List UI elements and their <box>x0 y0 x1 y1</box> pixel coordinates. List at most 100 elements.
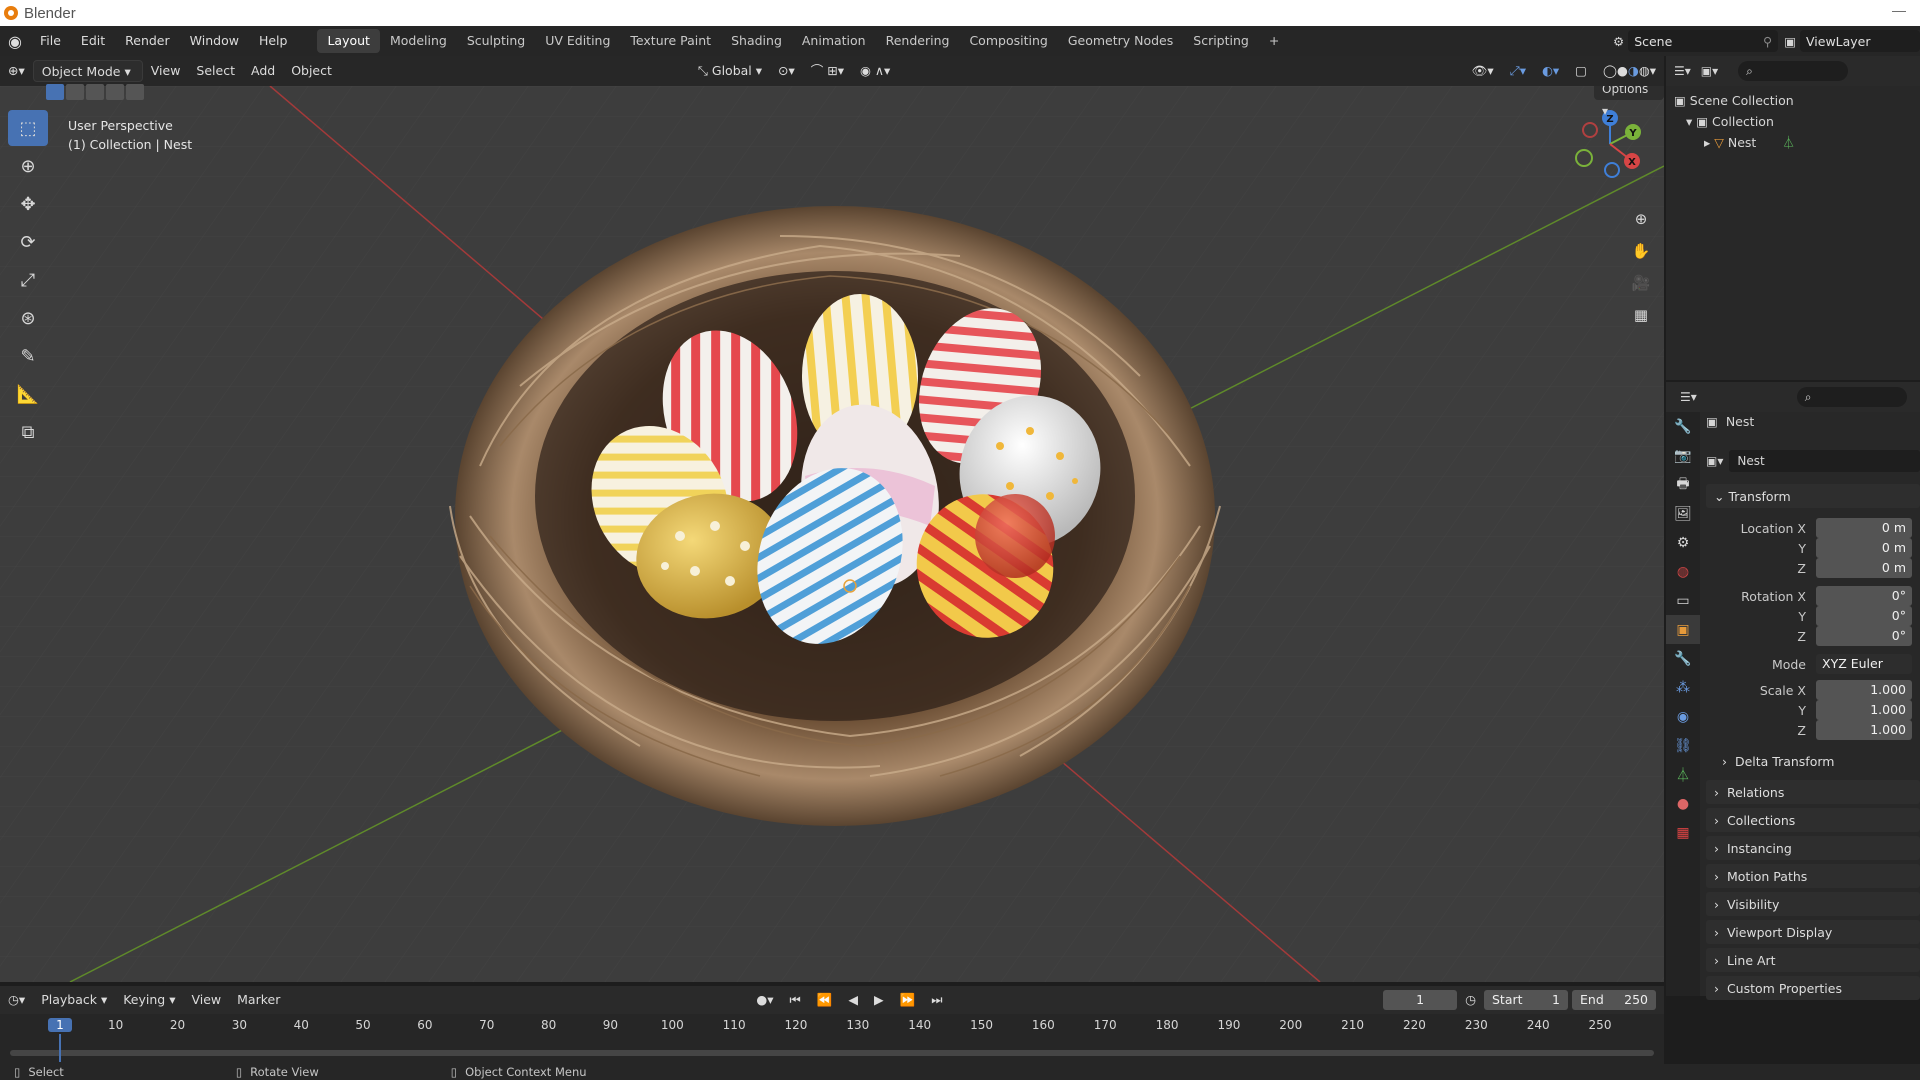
3d-viewport[interactable]: User Perspective (1) Collection | Nest Z… <box>0 86 1664 982</box>
panel-relations[interactable]: › Relations <box>1706 780 1920 804</box>
jump-start-icon[interactable]: ⏮ <box>782 989 809 1011</box>
outliner-scene-collection[interactable]: ▣ Scene Collection <box>1674 90 1912 111</box>
tab-layout[interactable]: Layout <box>317 29 380 53</box>
add-workspace-button[interactable]: + <box>1259 29 1289 53</box>
panel-custom-properties[interactable]: › Custom Properties <box>1706 976 1920 1000</box>
scene-selector[interactable]: Scene ⚲ <box>1628 30 1779 52</box>
annotate-tool-icon[interactable]: ✎ <box>8 338 48 374</box>
menu-render[interactable]: Render <box>115 26 180 56</box>
tab-rendering[interactable]: Rendering <box>876 29 960 53</box>
panel-collections[interactable]: › Collections <box>1706 808 1920 832</box>
location-y-field[interactable]: 0 m <box>1816 538 1912 558</box>
tab-uv-editing[interactable]: UV Editing <box>535 29 620 53</box>
timeline-scrollbar[interactable] <box>10 1050 1654 1056</box>
camera-view-icon[interactable]: 🎥 <box>1626 268 1656 298</box>
scale-y-field[interactable]: 1.000 <box>1816 700 1912 720</box>
pan-hand-icon[interactable]: ✋ <box>1626 236 1656 266</box>
scale-x-field[interactable]: 1.000 <box>1816 680 1912 700</box>
scene-tab-icon[interactable]: ⚙ <box>1666 528 1700 557</box>
display-mode-icon[interactable]: ▣▾ <box>1701 64 1718 78</box>
menu-window[interactable]: Window <box>180 26 249 56</box>
scale-tool-icon[interactable]: ⤢ <box>8 262 48 298</box>
delta-transform-subpanel[interactable]: › Delta Transform <box>1722 754 1834 769</box>
transform-tool-icon[interactable]: ⊛ <box>8 300 48 336</box>
menu-help[interactable]: Help <box>249 26 298 56</box>
viewport-menu-object[interactable]: Object <box>283 60 340 82</box>
constraints-tab-icon[interactable]: ⛓ <box>1666 731 1700 760</box>
scene-icon[interactable]: ⚙ <box>1613 34 1624 49</box>
overlay-toggle-icon[interactable]: ◐▾ <box>1534 60 1567 82</box>
panel-line-art[interactable]: › Line Art <box>1706 948 1920 972</box>
view-layer-tab-icon[interactable]: 🖼 <box>1666 499 1700 528</box>
timeline-editor-icon[interactable]: ◷▾ <box>0 989 33 1011</box>
panel-motion-paths[interactable]: › Motion Paths <box>1706 864 1920 888</box>
shading-modes-icon[interactable]: ◯●◑◍▾ <box>1595 60 1664 82</box>
timeline-menu-view[interactable]: View <box>183 989 229 1011</box>
select-subtract-icon[interactable] <box>86 84 104 100</box>
rotate-tool-icon[interactable]: ⟳ <box>8 224 48 260</box>
pin-icon[interactable]: ⚲ <box>1763 34 1772 49</box>
panel-instancing[interactable]: › Instancing <box>1706 836 1920 860</box>
add-cube-tool-icon[interactable]: ⧉ <box>8 414 48 450</box>
select-new-icon[interactable] <box>46 84 64 100</box>
datablock-browse-icon[interactable]: ▣▾ <box>1706 454 1723 468</box>
scale-z-field[interactable]: 1.000 <box>1816 720 1912 740</box>
viewport-menu-view[interactable]: View <box>143 60 189 82</box>
menu-edit[interactable]: Edit <box>71 26 115 56</box>
output-tab-icon[interactable]: 🖶 <box>1666 470 1700 499</box>
transform-panel-header[interactable]: ⌄ Transform <box>1706 484 1920 508</box>
texture-tab-icon[interactable]: ▦ <box>1666 818 1700 847</box>
object-name-field[interactable]: Nest <box>1729 450 1920 472</box>
start-frame-field[interactable]: Start 1 <box>1484 990 1568 1010</box>
move-tool-icon[interactable]: ✥ <box>8 186 48 222</box>
tab-animation[interactable]: Animation <box>792 29 876 53</box>
play-reverse-icon[interactable]: ◀ <box>840 989 866 1011</box>
select-box-tool-icon[interactable]: ⬚ <box>8 110 48 146</box>
rotation-x-field[interactable]: 0° <box>1816 586 1912 606</box>
blender-menu-icon[interactable]: ◉ <box>0 26 30 56</box>
outliner-nest[interactable]: ▸ ▽ Nest ⏃ <box>1674 132 1912 153</box>
proportional-edit-icon[interactable]: ◉ ∧▾ <box>852 60 898 82</box>
modifier-tab-icon[interactable]: 🔧 <box>1666 644 1700 673</box>
location-x-field[interactable]: 0 m <box>1816 518 1912 538</box>
outliner-editor-icon[interactable]: ☰▾ <box>1674 64 1691 78</box>
cursor-tool-icon[interactable]: ⊕ <box>8 148 48 184</box>
editor-type-icon[interactable]: ⊕▾ <box>0 60 33 82</box>
object-tab-icon[interactable]: ▣ <box>1666 615 1700 644</box>
navigation-gizmo[interactable]: Z Y X <box>1560 104 1664 194</box>
panel-visibility[interactable]: › Visibility <box>1706 892 1920 916</box>
select-invert-icon[interactable] <box>106 84 124 100</box>
tab-shading[interactable]: Shading <box>721 29 792 53</box>
location-z-field[interactable]: 0 m <box>1816 558 1912 578</box>
timeline-menu-keying[interactable]: Keying ▾ <box>115 989 183 1011</box>
world-tab-icon[interactable]: ◍ <box>1666 557 1700 586</box>
gizmo-toggle-icon[interactable]: ⤢▾ <box>1502 60 1534 82</box>
record-icon[interactable]: ●▾ <box>748 989 781 1011</box>
jump-end-icon[interactable]: ⏭ <box>923 989 950 1011</box>
data-tab-icon[interactable]: ⏃ <box>1666 760 1700 789</box>
tab-geometry-nodes[interactable]: Geometry Nodes <box>1058 29 1183 53</box>
options-dropdown[interactable]: Options ▾ <box>1594 86 1664 118</box>
outliner-search-input[interactable]: ⌕ <box>1738 61 1849 81</box>
select-extend-icon[interactable] <box>66 84 84 100</box>
view-layer-selector[interactable]: ViewLayer <box>1800 30 1920 52</box>
menu-file[interactable]: File <box>30 26 71 56</box>
rotation-z-field[interactable]: 0° <box>1816 626 1912 646</box>
visibility-icon[interactable]: 👁▾ <box>1464 60 1502 82</box>
timeline-current-frame-marker[interactable]: 1 <box>48 1018 72 1032</box>
ortho-toggle-icon[interactable]: ▦ <box>1626 300 1656 330</box>
outliner-collection[interactable]: ▾ ▣ Collection <box>1674 111 1912 132</box>
preview-range-icon[interactable]: ◷ <box>1457 989 1484 1011</box>
current-frame-field[interactable]: 1 <box>1383 990 1458 1010</box>
timeline-ruler[interactable]: 1 10 20 30 40 50 60 70 80 90 100 110 120 130 140 150 160… <box>0 1014 1664 1062</box>
measure-tool-icon[interactable]: 📐 <box>8 376 48 412</box>
collection-tab-icon[interactable]: ▭ <box>1666 586 1700 615</box>
snap-icon[interactable]: ⌒ ⊞▾ <box>803 60 852 82</box>
minimize-icon[interactable]: — <box>1892 2 1906 18</box>
end-frame-field[interactable]: End 250 <box>1572 990 1656 1010</box>
jump-keyframe-back-icon[interactable]: ⏪ <box>809 989 841 1011</box>
tab-scripting[interactable]: Scripting <box>1183 29 1259 53</box>
zoom-icon[interactable]: ⊕ <box>1626 204 1656 234</box>
xray-toggle-icon[interactable]: ▢ <box>1567 60 1595 82</box>
select-intersect-icon[interactable] <box>126 84 144 100</box>
